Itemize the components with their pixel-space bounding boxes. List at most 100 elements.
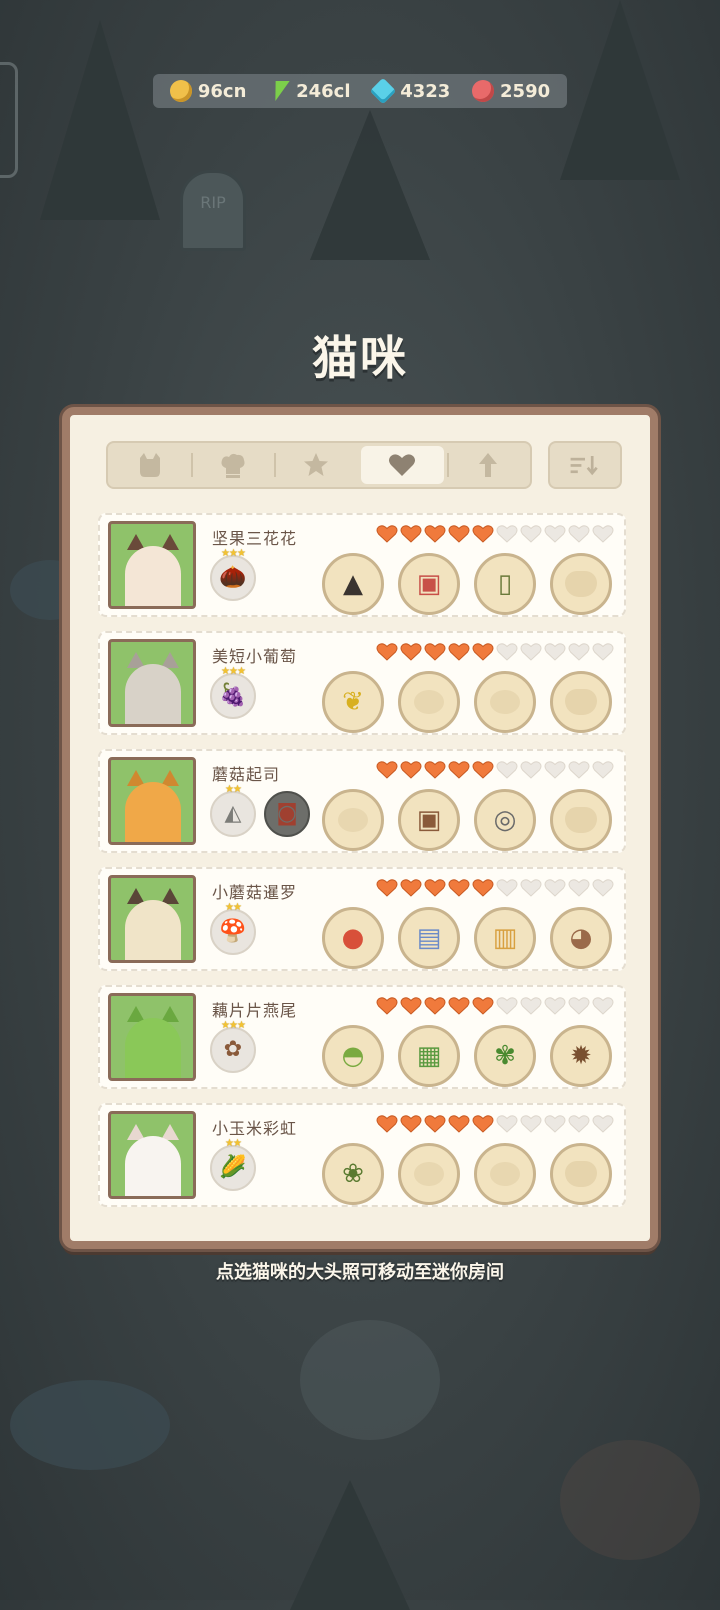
brown-vest-icon[interactable]: ▣ bbox=[398, 789, 460, 851]
heart-empty-icon bbox=[496, 524, 518, 544]
heart-empty-icon bbox=[568, 878, 590, 898]
tab-favorite[interactable] bbox=[360, 446, 444, 484]
heart-full-icon bbox=[376, 878, 398, 898]
gem-value: 4323 bbox=[400, 80, 451, 102]
monocle-icon[interactable]: ◎ bbox=[474, 789, 536, 851]
cat-portrait[interactable] bbox=[108, 875, 196, 963]
heart-full-icon bbox=[424, 760, 446, 780]
empty-slot-icon[interactable] bbox=[550, 1143, 612, 1205]
heart-empty-icon bbox=[568, 1114, 590, 1134]
heart-full-icon bbox=[448, 878, 470, 898]
tab-star[interactable] bbox=[274, 443, 357, 487]
acorn-icon[interactable]: 🌰 ★★★ bbox=[210, 548, 256, 601]
affection-hearts bbox=[376, 760, 614, 780]
sort-icon bbox=[570, 456, 598, 476]
side-menu-handle[interactable] bbox=[0, 62, 18, 178]
cat-card: 小蘑菇暹罗 🍄 ★★ ● ▤ ▥ ◕ bbox=[98, 867, 626, 971]
trait-stars: ★★ bbox=[225, 902, 242, 913]
mushroom-icon[interactable]: 🍄 ★★ bbox=[210, 902, 256, 955]
equipment-slots: ◓ ▦ ✾ ✹ bbox=[322, 1025, 612, 1087]
flower-wreath-icon[interactable]: ❀ bbox=[322, 1143, 384, 1205]
heart-full-icon bbox=[424, 524, 446, 544]
jar-icon[interactable]: ◙ bbox=[264, 791, 310, 837]
filter-tabs bbox=[106, 441, 532, 489]
heart-full-icon bbox=[400, 996, 422, 1016]
empty-shirt-icon[interactable] bbox=[398, 1143, 460, 1205]
can-counter[interactable]: 2590 bbox=[472, 80, 550, 102]
heart-full-icon bbox=[472, 996, 494, 1016]
book-icon[interactable]: ▯ bbox=[474, 553, 536, 615]
empty-slot-icon[interactable] bbox=[550, 671, 612, 733]
corn-icon[interactable]: 🌽 ★★ bbox=[210, 1138, 256, 1191]
coin-counter[interactable]: 96cn bbox=[169, 80, 246, 102]
cat-portrait[interactable] bbox=[108, 1111, 196, 1199]
heart-empty-icon bbox=[592, 996, 614, 1016]
lotus-root-icon[interactable]: ✿ ★★★ bbox=[210, 1020, 256, 1073]
tab-chef[interactable] bbox=[191, 443, 274, 487]
tombstone-decoration: RIP bbox=[180, 170, 246, 251]
heart-full-icon bbox=[448, 1114, 470, 1134]
empty-glasses-icon[interactable] bbox=[474, 671, 536, 733]
equipment-slots: ▣ ◎ bbox=[322, 789, 612, 851]
cat-portrait[interactable] bbox=[108, 757, 196, 845]
heart-empty-icon bbox=[520, 524, 542, 544]
heart-full-icon bbox=[376, 996, 398, 1016]
page-title: 猫咪 bbox=[312, 331, 408, 385]
cheese-icon[interactable]: ◭ ★★ bbox=[210, 784, 256, 837]
heart-empty-icon bbox=[520, 1114, 542, 1134]
trait-stars: ★★★ bbox=[221, 666, 246, 677]
heart-empty-icon bbox=[544, 524, 566, 544]
energy-counter[interactable]: 246cl bbox=[268, 80, 350, 102]
currency-bar: 96cn 246cl 4323 2590 bbox=[153, 74, 567, 108]
tab-cats[interactable] bbox=[108, 443, 191, 487]
energy-icon bbox=[268, 80, 290, 102]
cat-portrait[interactable] bbox=[108, 521, 196, 609]
red-vest-icon[interactable]: ▣ bbox=[398, 553, 460, 615]
lotus-leaf-icon[interactable]: ✾ bbox=[474, 1025, 536, 1087]
tree-decoration bbox=[290, 1480, 410, 1610]
gem-counter[interactable]: 4323 bbox=[369, 77, 451, 105]
empty-slot-icon[interactable] bbox=[550, 789, 612, 851]
coin-icon bbox=[169, 80, 192, 102]
frog-hood-icon[interactable]: ◓ bbox=[322, 1025, 384, 1087]
cat-portrait[interactable] bbox=[108, 639, 196, 727]
empty-hat-icon[interactable] bbox=[322, 789, 384, 851]
cat-list-panel: 坚果三花花 🌰 ★★★ ▲ ▣ ▯ 美短小葡萄 🍇 ★★★ ❦ 蘑菇起司 ◭ ★★ ◙ ▣ ◎ 小蘑菇暹罗 🍄 ★★… bbox=[62, 407, 658, 1249]
heart-empty-icon bbox=[496, 878, 518, 898]
heart-full-icon bbox=[448, 642, 470, 662]
heart-full-icon bbox=[376, 1114, 398, 1134]
green-coat-icon[interactable]: ▦ bbox=[398, 1025, 460, 1087]
heart-empty-icon bbox=[592, 524, 614, 544]
empty-glasses-icon[interactable] bbox=[474, 1143, 536, 1205]
heart-full-icon bbox=[448, 524, 470, 544]
heart-full-icon bbox=[400, 642, 422, 662]
cat-name: 坚果三花花 bbox=[212, 529, 298, 548]
heart-full-icon bbox=[424, 642, 446, 662]
bubble-tea-icon[interactable]: ▥ bbox=[474, 907, 536, 969]
hint-text: 点选猫咪的大头照可移动至迷你房间 bbox=[216, 1262, 504, 1283]
cat-portrait[interactable] bbox=[108, 993, 196, 1081]
berry-icon[interactable]: ● bbox=[322, 907, 384, 969]
sort-button[interactable] bbox=[548, 441, 622, 489]
tab-level[interactable] bbox=[446, 443, 530, 487]
cat-icon bbox=[139, 453, 160, 477]
witch-hat-icon[interactable]: ▲ bbox=[322, 553, 384, 615]
heart-empty-icon bbox=[496, 760, 518, 780]
cat-name: 小玉米彩虹 bbox=[212, 1119, 298, 1138]
affection-hearts bbox=[376, 1114, 614, 1134]
empty-slot-icon[interactable] bbox=[550, 553, 612, 615]
trait-stars: ★★★ bbox=[221, 548, 246, 559]
cat-card: 美短小葡萄 🍇 ★★★ ❦ bbox=[98, 631, 626, 735]
empty-shirt-icon[interactable] bbox=[398, 671, 460, 733]
heart-empty-icon bbox=[592, 760, 614, 780]
cat-card: 蘑菇起司 ◭ ★★ ◙ ▣ ◎ bbox=[98, 749, 626, 853]
hedgehog-icon[interactable]: ✹ bbox=[550, 1025, 612, 1087]
capybara-icon[interactable]: ◕ bbox=[550, 907, 612, 969]
heart-full-icon bbox=[400, 760, 422, 780]
blue-dress-icon[interactable]: ▤ bbox=[398, 907, 460, 969]
equipment-slots: ❀ bbox=[322, 1143, 612, 1205]
leaf-crown-icon[interactable]: ❦ bbox=[322, 671, 384, 733]
grape-icon[interactable]: 🍇 ★★★ bbox=[210, 666, 256, 719]
cat-traits: 🌽 ★★ bbox=[210, 1138, 256, 1191]
cat-traits: 🍇 ★★★ bbox=[210, 666, 256, 719]
